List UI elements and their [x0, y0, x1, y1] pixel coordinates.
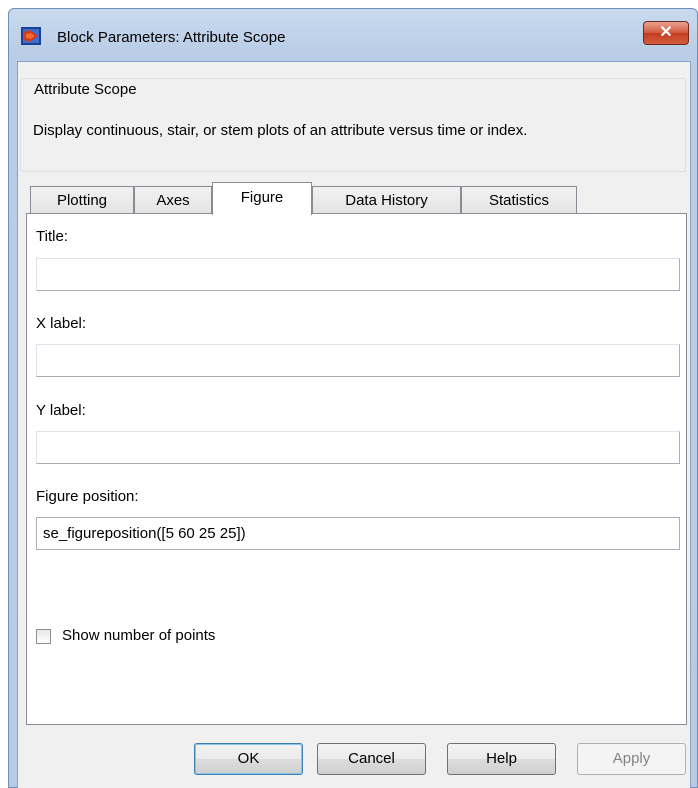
close-button[interactable]: ✕ — [643, 21, 689, 45]
help-button[interactable]: Help — [447, 743, 556, 775]
show-points-checkbox[interactable] — [36, 629, 51, 644]
dialog-window: Block Parameters: Attribute Scope ✕ Attr… — [8, 8, 698, 788]
title-bar[interactable]: Block Parameters: Attribute Scope ✕ — [9, 9, 697, 61]
dialog-body: Attribute Scope Display continuous, stai… — [17, 61, 691, 788]
block-description: Display continuous, stair, or stem plots… — [33, 122, 528, 139]
figure-tab-panel: Title: X label: Y label: Figure position… — [26, 213, 687, 725]
group-legend: Attribute Scope — [30, 81, 141, 98]
window-title: Block Parameters: Attribute Scope — [57, 29, 286, 46]
figure-position-label: Figure position: — [36, 488, 139, 505]
tab-strip: Plotting Axes Figure Data History Statis… — [30, 182, 690, 215]
cancel-button[interactable]: Cancel — [317, 743, 426, 775]
title-label: Title: — [36, 228, 68, 245]
tab-statistics[interactable]: Statistics — [461, 186, 577, 214]
figure-position-field[interactable] — [36, 517, 680, 550]
show-points-label[interactable]: Show number of points — [62, 627, 215, 644]
xlabel-label: X label: — [36, 315, 87, 332]
ok-button[interactable]: OK — [194, 743, 303, 775]
tab-data-history[interactable]: Data History — [312, 186, 461, 214]
ylabel-field[interactable] — [36, 431, 680, 464]
close-icon: ✕ — [659, 24, 673, 41]
tab-plotting[interactable]: Plotting — [30, 186, 134, 214]
tab-axes[interactable]: Axes — [134, 186, 212, 214]
xlabel-field[interactable] — [36, 344, 680, 377]
ylabel-label: Y label: — [36, 402, 86, 419]
apply-button: Apply — [577, 743, 686, 775]
tab-figure[interactable]: Figure — [212, 182, 312, 215]
block-description-group: Attribute Scope Display continuous, stai… — [20, 78, 686, 172]
simulink-block-icon — [21, 27, 41, 45]
title-field[interactable] — [36, 258, 680, 291]
